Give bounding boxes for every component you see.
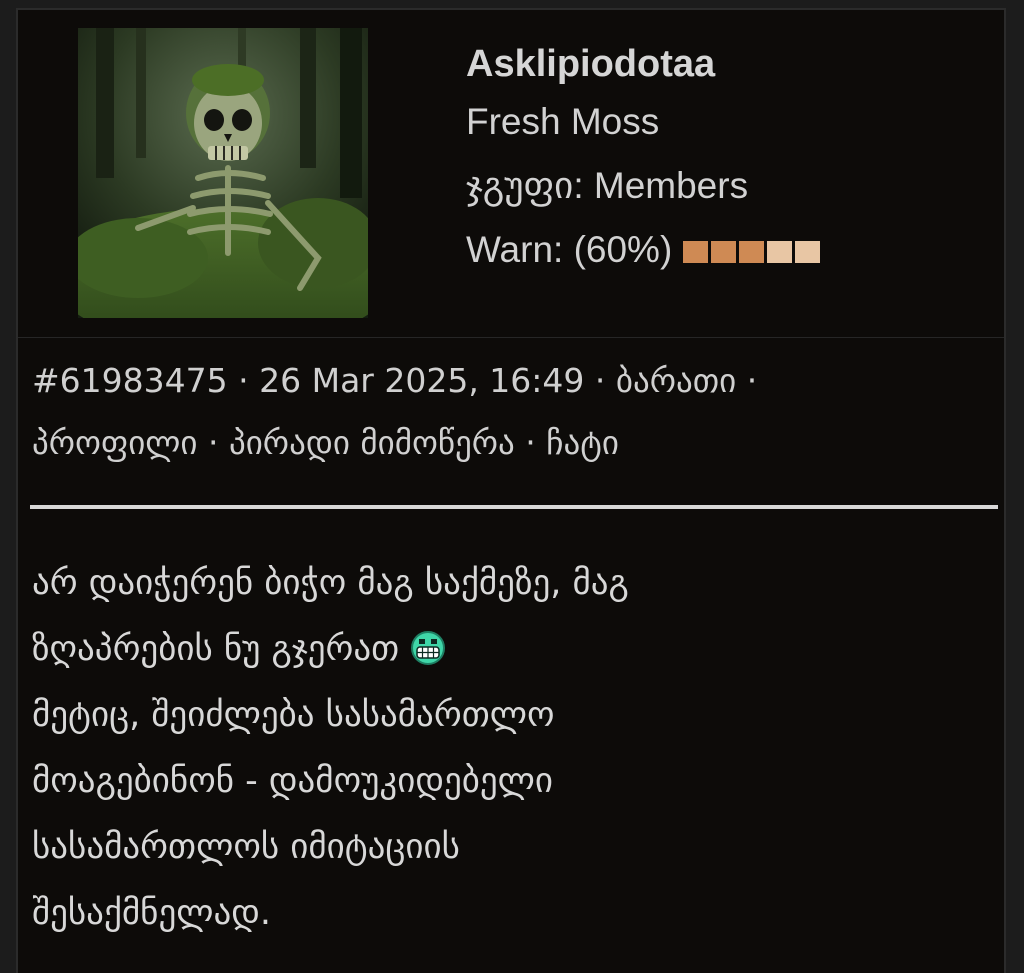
post-line: შესაქმნელად.	[32, 893, 272, 933]
separator: ·	[514, 423, 547, 462]
card-link[interactable]: ბარათი	[616, 361, 736, 400]
post-line: სასამართლოს იმიტაციის	[32, 827, 460, 867]
warn-box	[738, 241, 764, 263]
separator: ·	[227, 361, 260, 400]
separator: ·	[584, 361, 616, 400]
grimace-smiley-icon	[411, 631, 446, 665]
post-line: მოაგებინონ - დამოუკიდებელი	[32, 761, 554, 801]
warn-box	[682, 241, 708, 263]
post-meta: #61983475 · 26 Mar 2025, 16:49 · ბარათი …	[32, 350, 992, 474]
author-profile: Asklipiodotaa Fresh Moss ჯგუფი: Members …	[18, 10, 1004, 338]
warn-box	[794, 241, 820, 263]
separator: ·	[197, 423, 229, 462]
warn-box	[766, 241, 792, 263]
warn-level[interactable]: Warn: (60%)	[466, 226, 823, 290]
post-line: მეტიც, შეიძლება სასამართლო	[32, 695, 555, 735]
warn-bar	[682, 229, 823, 270]
chat-link[interactable]: ჩატი	[546, 423, 619, 462]
profile-link[interactable]: პროფილი	[32, 423, 197, 462]
separator: ·	[736, 361, 758, 400]
user-group: ჯგუფი: Members	[466, 165, 749, 206]
post-line: არ დაიჭერენ ბიჭო მაგ საქმეზე, მაგ	[32, 563, 629, 603]
post-line: ზღაპრების ნუ გჯერათ	[32, 616, 992, 682]
warn-label: Warn: (60%)	[466, 229, 673, 270]
user-title: Fresh Moss	[466, 101, 660, 142]
post-date: 26 Mar 2025, 16:49	[259, 361, 585, 400]
username-link[interactable]: Asklipiodotaa	[466, 40, 823, 98]
avatar[interactable]	[78, 28, 368, 318]
warn-box	[710, 241, 736, 263]
post-text: ზღაპრების ნუ გჯერათ	[32, 629, 400, 669]
post-container: Asklipiodotaa Fresh Moss ჯგუფი: Members …	[16, 8, 1006, 973]
user-info: Asklipiodotaa Fresh Moss ჯგუფი: Members …	[466, 40, 823, 290]
moss-skeleton-avatar	[78, 28, 368, 318]
private-message-link[interactable]: პირადი მიმოწერა	[229, 423, 515, 462]
post-id-link[interactable]: #61983475	[32, 361, 228, 400]
post-body: არ დაიჭერენ ბიჭო მაგ საქმეზე, მაგ ზღაპრე…	[32, 550, 992, 946]
divider	[30, 505, 998, 509]
